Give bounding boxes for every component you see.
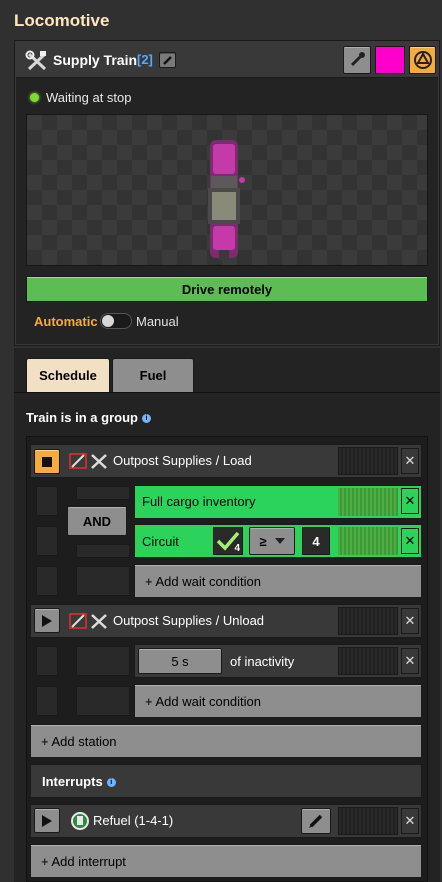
play-icon [42, 814, 52, 827]
tab-schedule[interactable]: Schedule [26, 358, 110, 392]
color-picker-icon [350, 52, 365, 67]
tab-fuel[interactable]: Fuel [112, 358, 194, 392]
constant-value[interactable]: 4 [302, 527, 330, 555]
train-group-count: [2] [137, 52, 153, 67]
circuit-network-button[interactable] [409, 46, 436, 74]
condition-progress [338, 527, 398, 555]
pencil-icon [163, 55, 172, 65]
condition-progress [338, 488, 398, 516]
status-text: Waiting at stop [46, 90, 132, 105]
condition-label: of inactivity [230, 654, 295, 669]
logic-label: AND [82, 513, 112, 529]
signal-count: 4 [234, 543, 240, 554]
train-name[interactable]: Supply Train [53, 52, 137, 68]
interrupts-label: Interrupts [42, 774, 103, 789]
station-name[interactable]: Outpost Supplies / Load [113, 453, 252, 468]
add-wait-condition-button[interactable]: + Add wait condition [134, 684, 422, 718]
group-text-label: Train is in a group [26, 410, 138, 425]
close-icon[interactable]: ✕ [401, 448, 419, 474]
signal-selector[interactable]: 4 [213, 527, 243, 555]
comparator-value: ≥ [259, 533, 267, 549]
station-name[interactable]: Outpost Supplies / Unload [113, 613, 264, 628]
pencil-icon [309, 814, 323, 828]
inactivity-time: 5 s [171, 653, 189, 669]
slot [36, 686, 58, 716]
status-indicator [30, 93, 39, 102]
fuel-station-icon [71, 812, 89, 830]
station-play-button[interactable] [34, 608, 60, 633]
train-stop-icon [69, 453, 107, 469]
window-title: Locomotive [14, 11, 110, 30]
interrupt-play-button[interactable] [34, 808, 60, 833]
slot [76, 486, 130, 500]
edit-interrupt-button[interactable] [301, 808, 331, 834]
automatic-label[interactable]: Automatic [34, 314, 98, 329]
inactivity-time-field[interactable]: 5 s [138, 648, 222, 674]
and-or-toggle[interactable]: AND [67, 506, 127, 536]
tab-divider [14, 392, 440, 393]
locomotive-sprite [208, 140, 245, 260]
close-icon[interactable]: ✕ [401, 648, 419, 674]
slot [36, 486, 58, 516]
slot [76, 646, 130, 676]
chevron-down-icon [274, 538, 285, 544]
close-icon[interactable]: ✕ [401, 528, 419, 554]
circuit-network-icon [413, 51, 432, 69]
close-icon[interactable]: ✕ [401, 488, 419, 514]
manual-label[interactable]: Manual [136, 314, 179, 329]
condition-label: Circuit [142, 534, 179, 549]
slot [36, 526, 58, 556]
interrupts-title: Interrupts i [42, 774, 116, 789]
condition-progress [338, 647, 398, 675]
station-progress [338, 447, 398, 475]
crossed-tools-icon [25, 50, 47, 71]
station-active-button[interactable] [34, 449, 60, 474]
slot [36, 566, 58, 596]
interrupt-progress [338, 807, 398, 835]
comparator-dropdown[interactable]: ≥ [249, 527, 295, 555]
add-interrupt-button[interactable]: + Add interrupt [30, 844, 422, 878]
train-color-swatch[interactable] [375, 46, 405, 74]
stop-icon [42, 456, 52, 467]
interrupt-name[interactable]: Refuel (1-4-1) [93, 813, 173, 828]
slot [76, 544, 130, 558]
drive-remotely-button[interactable]: Drive remotely [26, 276, 428, 302]
color-picker-button[interactable] [343, 46, 371, 74]
train-stop-icon [69, 613, 107, 629]
add-station-button[interactable]: + Add station [30, 724, 422, 758]
close-icon[interactable]: ✕ [401, 808, 419, 834]
info-icon[interactable]: i [141, 414, 151, 424]
info-icon[interactable]: i [106, 778, 116, 788]
slot [36, 646, 58, 676]
mode-switch-knob [102, 315, 114, 327]
slot [76, 566, 130, 596]
station-progress [338, 607, 398, 635]
slot [76, 686, 130, 716]
add-wait-condition-button[interactable]: + Add wait condition [134, 564, 422, 598]
close-icon[interactable]: ✕ [401, 608, 419, 634]
mode-switch[interactable] [100, 313, 132, 329]
play-icon [42, 614, 52, 627]
group-text: Train is in a group i [26, 410, 151, 425]
rename-button[interactable] [159, 52, 176, 68]
condition-label: Full cargo inventory [142, 494, 256, 509]
